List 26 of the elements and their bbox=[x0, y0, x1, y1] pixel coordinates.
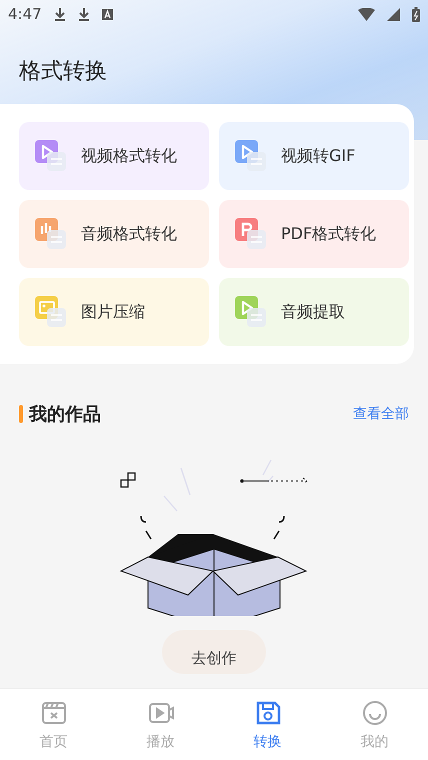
page-title: 格式转换 bbox=[19, 58, 108, 86]
nav-tab[interactable]: 转换 bbox=[214, 689, 321, 760]
battery-icon bbox=[412, 6, 420, 22]
tool-tile[interactable]: 视频格式转化 bbox=[19, 122, 209, 190]
status-time: 4:47 bbox=[8, 5, 42, 23]
section-marker bbox=[19, 405, 23, 423]
wifi-icon bbox=[358, 8, 375, 20]
view-all-link[interactable]: 查看全部 bbox=[353, 405, 409, 423]
tool-tile[interactable]: 视频转GIF bbox=[219, 122, 409, 190]
tool-tile[interactable]: PDF格式转化 bbox=[219, 200, 409, 268]
download-icon bbox=[78, 7, 90, 21]
tool-icon bbox=[235, 218, 267, 250]
tool-tile[interactable]: 音频提取 bbox=[219, 278, 409, 346]
tool-icon bbox=[35, 218, 67, 250]
create-button[interactable]: 去创作 bbox=[162, 630, 266, 674]
tool-tile[interactable]: 音频格式转化 bbox=[19, 200, 209, 268]
tool-icon bbox=[235, 296, 267, 328]
download-icon bbox=[54, 7, 66, 21]
mine-icon bbox=[360, 698, 388, 726]
tool-tile[interactable]: 图片压缩 bbox=[19, 278, 209, 346]
tool-icon bbox=[35, 296, 67, 328]
tool-icon bbox=[35, 140, 67, 172]
tool-icon bbox=[235, 140, 267, 172]
signal-icon bbox=[387, 8, 400, 20]
section-title: 我的作品 bbox=[29, 403, 102, 426]
notification-icon bbox=[102, 8, 113, 20]
